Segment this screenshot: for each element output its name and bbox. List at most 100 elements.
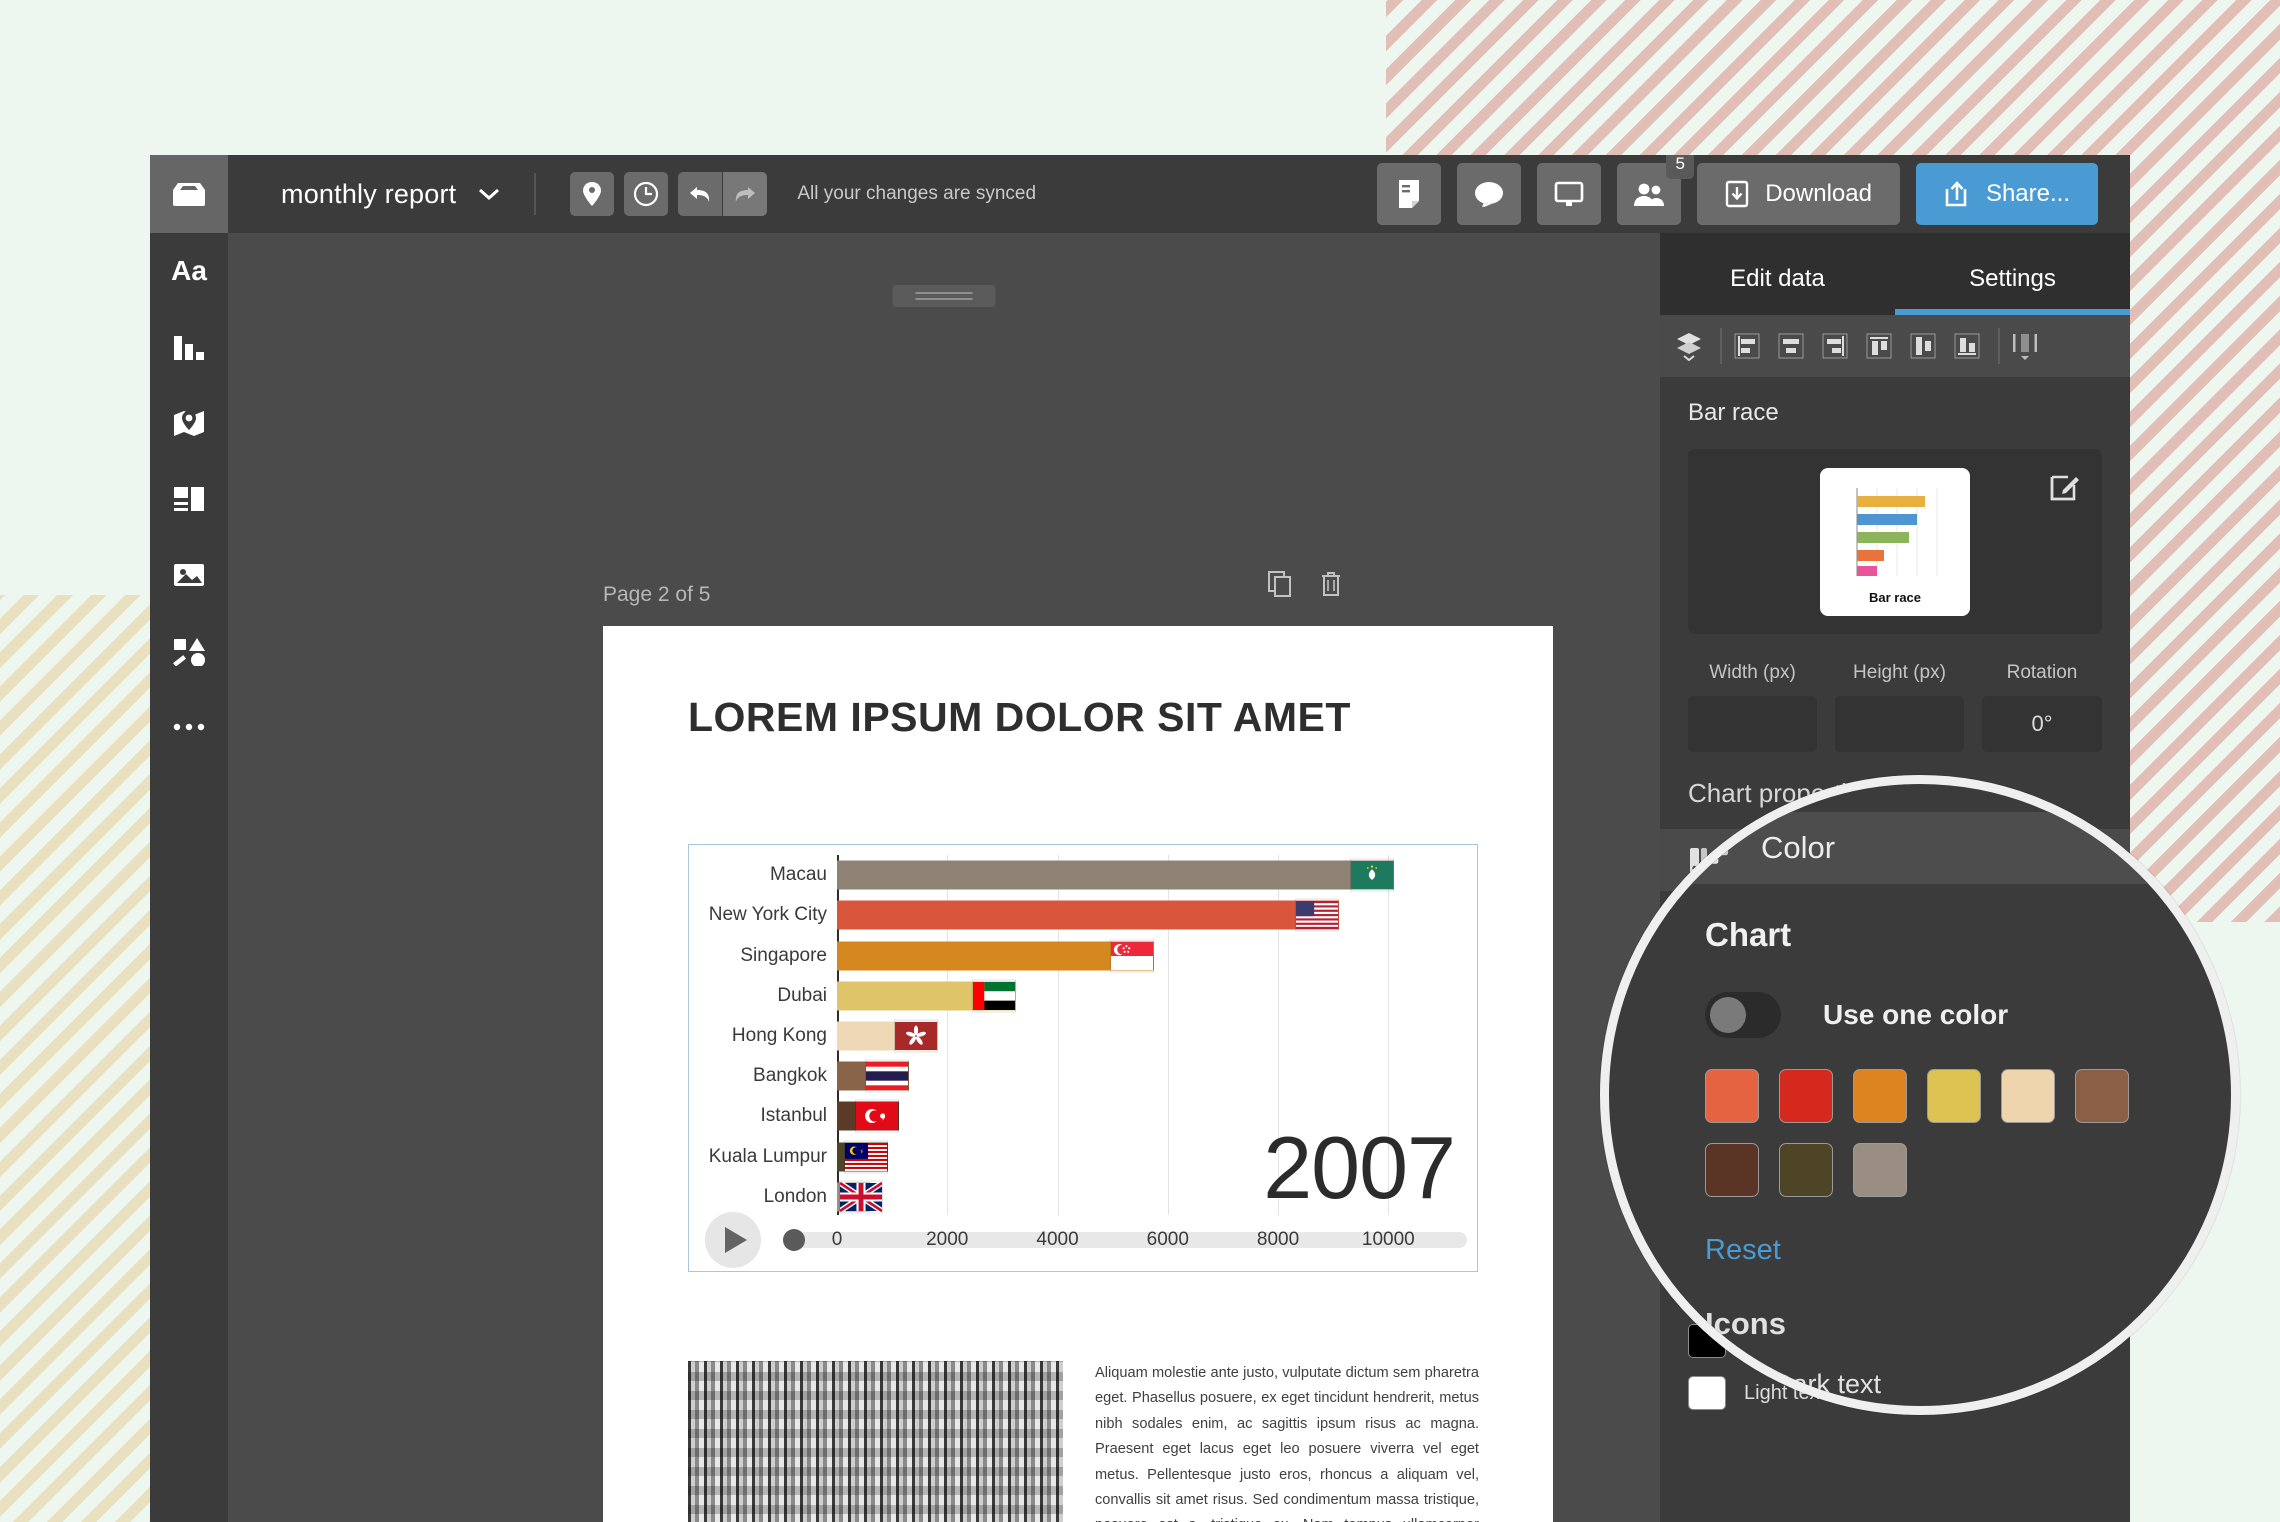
rotation-input[interactable]: 0°: [1982, 696, 2102, 752]
sidebar-item-layout[interactable]: [150, 461, 228, 537]
comment-icon: [1475, 182, 1504, 207]
undo-button[interactable]: [678, 172, 723, 216]
chart-type-section-title: Bar race: [1688, 399, 1779, 426]
align-middle-button[interactable]: [1904, 326, 1942, 366]
color-swatch[interactable]: [1705, 1143, 1759, 1197]
version-history-button[interactable]: [624, 172, 669, 216]
color-swatch[interactable]: [1779, 1143, 1833, 1197]
distribute-button[interactable]: [2006, 326, 2044, 366]
chart-x-tick: 10000: [1361, 1229, 1415, 1250]
align-center-button[interactable]: [1772, 326, 1810, 366]
tag-button[interactable]: [570, 172, 615, 216]
height-control: Height (px): [1835, 662, 1964, 752]
sidebar-item-maps[interactable]: [150, 385, 228, 461]
document-paragraph: Aliquam molestie ante justo, vulputate d…: [1095, 1365, 1479, 1522]
magnified-color-header[interactable]: Color: [1609, 812, 2231, 884]
width-input[interactable]: [1688, 696, 1817, 752]
redo-button[interactable]: [723, 172, 768, 216]
document-image[interactable]: [688, 1361, 1063, 1522]
chart-category-label: Singapore: [740, 944, 827, 966]
collaborators-button[interactable]: 5: [1617, 155, 1695, 225]
sidebar-item-charts[interactable]: [150, 309, 228, 385]
tab-settings[interactable]: Settings: [1895, 265, 2130, 315]
chart-type-thumb-label: Bar race: [1868, 589, 1922, 605]
align-left-button[interactable]: [1728, 326, 1766, 366]
editor-canvas: Page 2 of 5 LOREM IPSUM DOLOR SIT AMET M…: [228, 233, 1660, 1522]
present-button[interactable]: [1537, 163, 1602, 225]
color-swatch[interactable]: [1705, 1069, 1759, 1123]
magnified-dark-text-row[interactable]: Dark text: [1705, 1364, 1881, 1404]
page-tools: [1268, 571, 1342, 597]
chart-year-label: 2007: [1263, 1118, 1456, 1217]
align-middle-icon: [1910, 333, 1936, 359]
dimension-controls: Width (px) Height (px) Rotation 0°: [1660, 634, 2130, 752]
left-tool-rail: Aa: [150, 233, 228, 1522]
sidebar-item-images[interactable]: [150, 537, 228, 613]
comments-button[interactable]: [1457, 163, 1522, 225]
height-input[interactable]: [1835, 696, 1964, 752]
magnified-dark-text-swatch[interactable]: [1705, 1364, 1751, 1404]
chart-type-card[interactable]: Bar race: [1688, 449, 2102, 634]
toolbar-separator-2: [1998, 328, 2000, 364]
align-left-icon: [1734, 333, 1760, 359]
chart-bar: [837, 941, 1154, 971]
play-button[interactable]: [705, 1212, 761, 1268]
width-label: Width (px): [1709, 662, 1796, 683]
color-swatch[interactable]: [1853, 1143, 1907, 1197]
sync-status: All your changes are synced: [797, 183, 1037, 204]
canvas-drag-handle[interactable]: [892, 285, 996, 307]
align-right-button[interactable]: [1816, 326, 1854, 366]
color-swatch[interactable]: [2075, 1069, 2129, 1123]
chart-bar: [837, 860, 1394, 890]
rotation-control: Rotation 0°: [1982, 662, 2102, 752]
duplicate-page-button[interactable]: [1268, 571, 1292, 597]
chart-x-tick: 4000: [1036, 1229, 1079, 1250]
edit-chart-type-button[interactable]: [2050, 471, 2080, 501]
chart-x-tick: 6000: [1146, 1229, 1189, 1250]
share-label: Share...: [1985, 180, 2070, 207]
chart-x-tick: 8000: [1256, 1229, 1300, 1250]
align-top-button[interactable]: [1860, 326, 1898, 366]
share-button[interactable]: Share...: [1915, 163, 2098, 225]
chart-category-label: Istanbul: [760, 1105, 827, 1127]
chart-bar-flag: [864, 1059, 909, 1093]
magnified-icons-header: Icons: [1705, 1306, 1786, 1341]
document-title[interactable]: monthly report: [281, 179, 456, 210]
present-icon: [1554, 181, 1584, 206]
toolbar-separator: [1720, 328, 1722, 364]
color-swatch[interactable]: [1853, 1069, 1907, 1123]
align-bottom-button[interactable]: [1948, 326, 1986, 366]
page-title: LOREM IPSUM DOLOR SIT AMET: [688, 694, 1351, 740]
chevron-down-icon[interactable]: [478, 187, 500, 201]
magnified-reset-link[interactable]: Reset: [1705, 1234, 1781, 1267]
sidebar-item-more[interactable]: [150, 689, 228, 765]
magnifier-content: Color Chart Use one color Reset Icons Da…: [1609, 784, 2231, 1406]
app-logo-button[interactable]: [150, 155, 228, 233]
magnified-use-one-color-toggle[interactable]: [1705, 992, 1781, 1038]
sidebar-item-text[interactable]: Aa: [150, 233, 228, 309]
download-button[interactable]: Download: [1697, 163, 1900, 225]
magnified-swatch-row: [1705, 1143, 2129, 1197]
chart-bar-flag: [855, 1099, 900, 1133]
magnified-swatch-grid: [1705, 1069, 2129, 1197]
document-page[interactable]: LOREM IPSUM DOLOR SIT AMET Macau New York…: [603, 626, 1553, 1522]
chart-x-tick: 0: [831, 1229, 843, 1250]
layers-button[interactable]: [1670, 326, 1708, 366]
color-swatch[interactable]: [1927, 1069, 1981, 1123]
color-swatch[interactable]: [1779, 1069, 1833, 1123]
rotation-label: Rotation: [2006, 662, 2078, 683]
chart-category-label: Kuala Lumpur: [708, 1145, 827, 1167]
history-clock-icon: [634, 181, 659, 207]
slider-knob[interactable]: [783, 1229, 805, 1251]
tag-icon: [583, 182, 602, 206]
undo-icon: [690, 187, 710, 202]
chart-category-label: Dubai: [777, 984, 827, 1006]
color-swatch[interactable]: [2001, 1069, 2055, 1123]
notes-button[interactable]: [1377, 163, 1442, 225]
delete-page-button[interactable]: [1320, 571, 1342, 597]
sidebar-item-shapes[interactable]: [150, 613, 228, 689]
height-label: Height (px): [1853, 662, 1946, 683]
chart-widget[interactable]: Macau New York City Singapore Dubai Hong Kon…: [688, 844, 1478, 1272]
magnified-toggle-row: Use one color: [1705, 992, 2008, 1038]
tab-edit-data[interactable]: Edit data: [1660, 265, 1895, 315]
